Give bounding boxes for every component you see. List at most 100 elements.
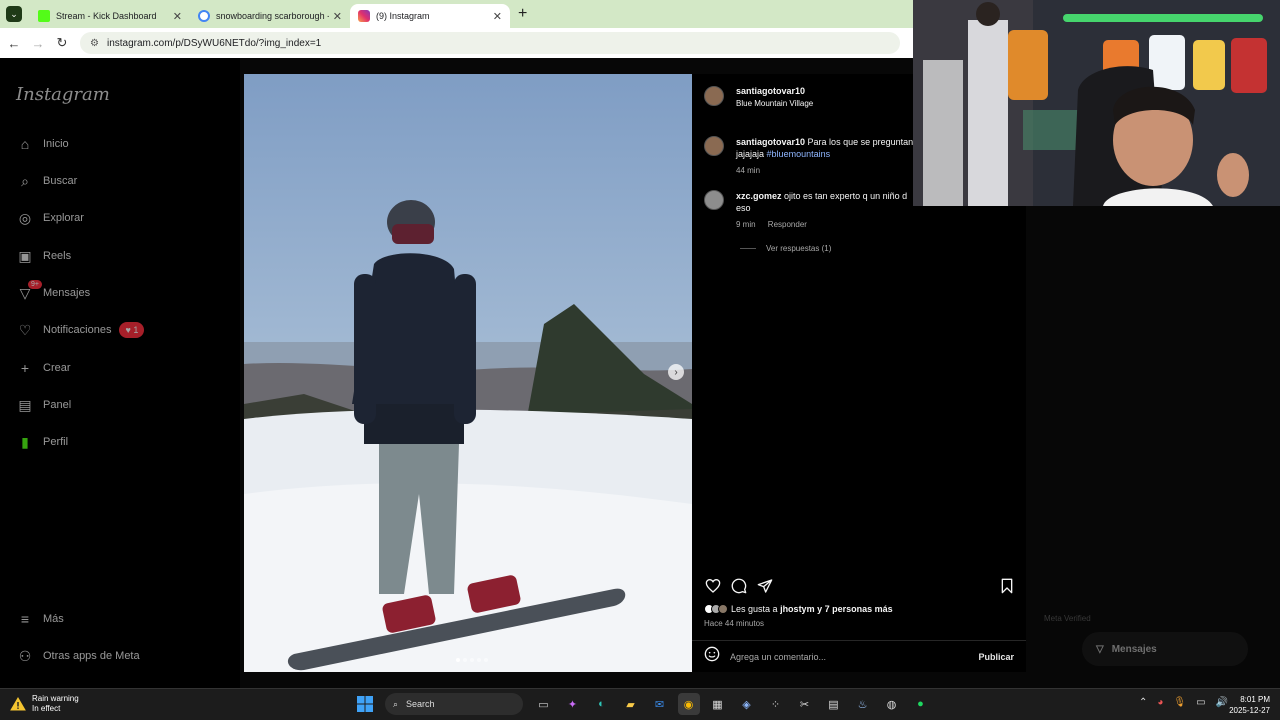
nav-meta-apps[interactable]: ⚇ Otras apps de Meta	[16, 644, 140, 668]
like-heart-icon[interactable]	[704, 577, 722, 595]
windows-start-icon[interactable]	[354, 693, 376, 715]
messenger-icon: ▽	[1096, 643, 1104, 655]
chrome-icon[interactable]: ◉	[677, 693, 700, 715]
messages-label: Mensajes	[1111, 643, 1157, 655]
taskbar-clock[interactable]: 8:01 PM 2025-12-27	[1229, 694, 1270, 716]
likes-suffix[interactable]: y 7 personas más	[817, 604, 893, 614]
carousel-dot	[469, 658, 474, 662]
avatar[interactable]	[704, 190, 724, 210]
spotify-icon[interactable]: ●	[910, 693, 932, 715]
streamer-webcam-image	[913, 0, 1280, 206]
store-icon[interactable]: ▦	[707, 693, 729, 715]
tab-title: (9) Instagram	[376, 11, 430, 21]
plus-icon: +	[20, 360, 30, 376]
obs-icon[interactable]: ◍	[881, 693, 903, 715]
likes-summary[interactable]: Les gusta a jhostym y 7 personas más	[704, 604, 893, 614]
steam-icon[interactable]: ♨	[852, 693, 874, 715]
close-tab-icon[interactable]: ✕	[333, 10, 342, 23]
nav-notificaciones[interactable]: ♡ Notificaciones ♥ 1	[16, 318, 145, 342]
compass-icon: ◎	[18, 209, 32, 226]
nav-mas[interactable]: ≡ Más	[16, 607, 64, 631]
nav-buscar[interactable]: ⌕ Buscar	[16, 169, 77, 193]
back-icon[interactable]: ←	[2, 36, 26, 51]
nav-explorar[interactable]: ◎ Explorar	[16, 206, 84, 230]
nav-reels[interactable]: ▣ Reels	[16, 244, 71, 268]
footer-meta-verified[interactable]: Meta Verified	[1044, 614, 1091, 623]
messages-floating-button[interactable]: ▽ Mensajes	[1082, 632, 1248, 666]
comment-user[interactable]: xzc.gomez	[736, 191, 782, 201]
nav-crear[interactable]: + Crear	[16, 356, 71, 380]
post-image[interactable]: ›	[244, 74, 692, 672]
carousel-dot	[455, 658, 460, 662]
caption-text: santiagotovar10 Para los que se pregunta…	[736, 136, 916, 160]
tools-icon[interactable]: ✂	[794, 693, 816, 715]
task-view-icon[interactable]: ▭	[533, 693, 555, 715]
publish-button[interactable]: Publicar	[978, 652, 1014, 662]
likes-user[interactable]: jhostym	[780, 604, 815, 614]
tab-search-button[interactable]: ⌄	[6, 6, 22, 22]
nav-inicio[interactable]: ⌂ Inicio	[16, 132, 69, 156]
taskbar-search[interactable]: ⌕ Search	[385, 693, 523, 715]
emoji-icon[interactable]	[704, 646, 720, 667]
tray-overflow-icon[interactable]: ⌃	[1139, 697, 1147, 708]
nav-label: Perfil	[43, 436, 69, 448]
nav-label: Crear	[43, 362, 71, 374]
volume-icon[interactable]: 🔊	[1216, 697, 1228, 708]
close-tab-icon[interactable]: ✕	[173, 10, 182, 23]
site-info-icon[interactable]: ⚙	[90, 38, 99, 49]
nav-label: Explorar	[43, 212, 84, 224]
view-replies-link[interactable]: Ver respuestas (1)	[740, 244, 831, 253]
file-explorer-icon[interactable]: ▰	[620, 693, 642, 715]
post-caption: santiagotovar10 Para los que se pregunta…	[704, 136, 916, 175]
bookmark-icon[interactable]	[998, 577, 1016, 595]
display-icon[interactable]: ▭	[1196, 697, 1205, 708]
address-bar[interactable]: ⚙ instagram.com/p/DSyWU6NETdo/?img_index…	[80, 32, 900, 54]
weather-widget[interactable]: Rain warning In effect	[10, 694, 79, 714]
comment-text: xzc.gomez ojito es tan experto q un niño…	[736, 190, 916, 214]
reload-icon[interactable]: ↻	[50, 35, 74, 51]
post-location[interactable]: Blue Mountain Village	[736, 99, 813, 108]
edge-icon[interactable]: ◐	[591, 693, 613, 715]
nav-mensajes[interactable]: ▽ 9+ Mensajes	[16, 280, 90, 305]
view-replies-label: Ver respuestas (1)	[766, 244, 832, 253]
webcam-overlay	[913, 0, 1280, 206]
notification-pill: ♥ 1	[119, 322, 145, 338]
new-tab-button[interactable]: +	[518, 5, 527, 23]
nav-label: Notificaciones	[43, 324, 112, 336]
tab-google[interactable]: snowboarding scarborough - B ✕	[190, 4, 350, 28]
microphone-icon[interactable]: 🎙	[1173, 697, 1186, 708]
close-tab-icon[interactable]: ✕	[493, 10, 502, 23]
caption-user[interactable]: santiagotovar10	[736, 137, 805, 147]
outlook-icon[interactable]: ✉	[649, 693, 671, 715]
post-time: Hace 44 minutos	[704, 619, 765, 628]
nav-label: Reels	[43, 250, 72, 262]
share-send-icon[interactable]	[756, 577, 774, 595]
avatar[interactable]	[704, 86, 724, 106]
nav-label: Otras apps de Meta	[43, 650, 140, 662]
tab-instagram[interactable]: (9) Instagram ✕	[350, 4, 510, 28]
likes-prefix: Les gusta a	[731, 604, 778, 614]
copilot-icon[interactable]: ✦	[562, 693, 584, 715]
tray-app-icon[interactable]: ◕	[1157, 697, 1163, 708]
menu-icon: ≡	[20, 611, 30, 627]
forward-icon[interactable]: →	[26, 36, 50, 51]
apps-grid-icon[interactable]: ⁘	[765, 693, 787, 715]
nav-panel[interactable]: ▤ Panel	[16, 393, 71, 417]
vpn-icon[interactable]: ◈	[736, 693, 758, 715]
tab-kick[interactable]: Stream - Kick Dashboard ✕	[30, 4, 190, 28]
nav-perfil[interactable]: ▮ Perfil	[16, 430, 68, 454]
instagram-logo[interactable]: Instagram	[16, 84, 110, 105]
post-author[interactable]: santiagotovar10	[736, 86, 813, 96]
notepad-icon[interactable]: ▤	[823, 693, 845, 715]
comment-input[interactable]: Agrega un comentario...	[730, 652, 978, 662]
url-text: instagram.com/p/DSyWU6NETdo/?img_index=1	[106, 37, 322, 49]
reels-icon: ▣	[18, 247, 32, 264]
comment-time: 9 min	[736, 220, 756, 229]
reply-link[interactable]: Responder	[768, 220, 807, 229]
post-actions	[704, 576, 1016, 596]
instagram-sidebar: Instagram ⌂ Inicio ⌕ Buscar ◎ Explorar ▣…	[0, 58, 240, 688]
carousel-next-button[interactable]: ›	[668, 364, 684, 380]
comment-bubble-icon[interactable]	[730, 577, 748, 595]
avatar[interactable]	[704, 136, 724, 156]
caption-hashtag[interactable]: #bluemountains	[767, 149, 831, 159]
